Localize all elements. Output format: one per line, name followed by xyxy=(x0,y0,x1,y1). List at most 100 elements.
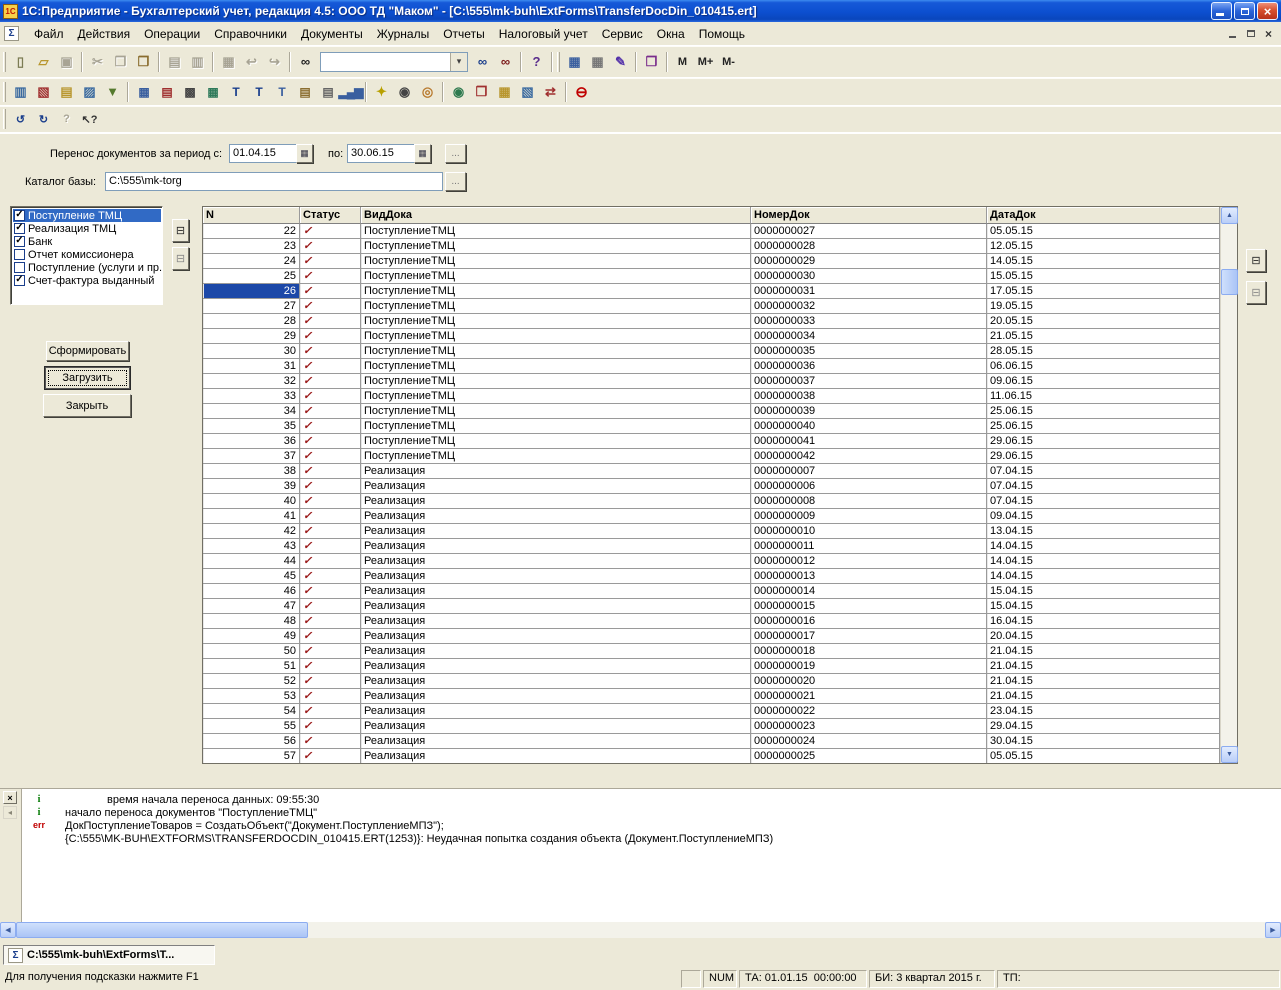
layers-icon[interactable]: ❒ xyxy=(470,81,493,103)
table-row[interactable]: 40 ✓ Реализация 0000000008 07.04.15 xyxy=(203,494,1220,509)
load-button[interactable]: Загрузить xyxy=(45,367,130,389)
memory-plus-icon[interactable]: M+ xyxy=(694,51,717,73)
table-row[interactable]: 29 ✓ ПоступлениеТМЦ 0000000034 21.05.15 xyxy=(203,329,1220,344)
format-icon[interactable]: ▦ xyxy=(217,51,240,73)
documents-journal-icon[interactable]: ▨ xyxy=(78,81,101,103)
formula-icon[interactable]: ✎ xyxy=(609,51,632,73)
doc-type-item[interactable]: Поступление ТМЦ xyxy=(13,209,161,222)
table-row[interactable]: 54 ✓ Реализация 0000000022 23.04.15 xyxy=(203,704,1220,719)
menu-item[interactable]: Отчеты xyxy=(436,24,491,44)
table-row[interactable]: 47 ✓ Реализация 0000000015 15.04.15 xyxy=(203,599,1220,614)
template-icon[interactable]: ? xyxy=(55,108,78,130)
table-row[interactable]: 51 ✓ Реализация 0000000019 21.04.15 xyxy=(203,659,1220,674)
find-prev-icon[interactable]: ∞ xyxy=(494,51,517,73)
calendar-icon[interactable]: ▦ xyxy=(493,81,516,103)
restore-button[interactable] xyxy=(1234,2,1255,20)
child-minimize-button[interactable] xyxy=(1224,26,1241,41)
menu-item[interactable]: Операции xyxy=(137,24,207,44)
doc-type-item[interactable]: Реализация ТМЦ xyxy=(13,222,161,235)
doc-type-item[interactable]: Банк xyxy=(13,235,161,248)
menu-item[interactable]: Файл xyxy=(27,24,71,44)
table-row[interactable]: 45 ✓ Реализация 0000000013 14.04.15 xyxy=(203,569,1220,584)
table-row[interactable]: 31 ✓ ПоступлениеТМЦ 0000000036 06.06.15 xyxy=(203,359,1220,374)
subconto-icon[interactable]: ▦ xyxy=(132,81,155,103)
operations-journal-icon[interactable]: ▤ xyxy=(55,81,78,103)
context-help-icon[interactable]: ↖? xyxy=(78,108,101,130)
table-row[interactable]: 41 ✓ Реализация 0000000009 09.04.15 xyxy=(203,509,1220,524)
text-report-2-icon[interactable]: T xyxy=(247,81,270,103)
checkbox-icon[interactable] xyxy=(14,275,25,286)
table-row[interactable]: 34 ✓ ПоступлениеТМЦ 0000000039 25.06.15 xyxy=(203,404,1220,419)
checkbox-icon[interactable] xyxy=(14,262,25,273)
find-next-icon[interactable]: ∞ xyxy=(471,51,494,73)
chevron-down-icon[interactable]: ▾ xyxy=(450,53,467,71)
table-row[interactable]: 55 ✓ Реализация 0000000023 29.04.15 xyxy=(203,719,1220,734)
calculator-icon[interactable]: ▦ xyxy=(563,51,586,73)
report-flag-icon[interactable]: ▤ xyxy=(293,81,316,103)
menu-item[interactable]: Документы xyxy=(294,24,370,44)
iterate-back-icon[interactable]: ↺ xyxy=(9,108,32,130)
scroll-up-icon[interactable]: ▲ xyxy=(1221,207,1238,224)
copy-icon[interactable]: ❐ xyxy=(109,51,132,73)
table-row[interactable]: 25 ✓ ПоступлениеТМЦ 0000000030 15.05.15 xyxy=(203,269,1220,284)
text-report-1-icon[interactable]: T xyxy=(224,81,247,103)
save-icon[interactable]: ▣ xyxy=(55,51,78,73)
toolbar-grip[interactable] xyxy=(3,82,6,102)
unmark-all-button[interactable]: ⊟ xyxy=(172,247,189,270)
window-task-button[interactable]: Σ C:\555\mk-buh\ExtForms\T... xyxy=(3,945,215,965)
chart-of-accounts-icon[interactable]: ▥ xyxy=(9,81,32,103)
table-row[interactable]: 43 ✓ Реализация 0000000011 14.04.15 xyxy=(203,539,1220,554)
table-row[interactable]: 52 ✓ Реализация 0000000020 21.04.15 xyxy=(203,674,1220,689)
checkbox-icon[interactable] xyxy=(14,236,25,247)
period-from-input[interactable]: 01.04.15 xyxy=(229,144,297,163)
posted-doc-icon[interactable]: ▤ xyxy=(155,81,178,103)
doc-type-item[interactable]: Счет-фактура выданный xyxy=(13,274,161,287)
search-combobox[interactable]: ▾ xyxy=(320,52,468,72)
scroll-right-icon[interactable]: ▶ xyxy=(1265,922,1281,938)
menu-item[interactable]: Сервис xyxy=(595,24,650,44)
table-row[interactable]: 37 ✓ ПоступлениеТМЦ 0000000042 29.06.15 xyxy=(203,449,1220,464)
cut-icon[interactable]: ✂ xyxy=(86,51,109,73)
child-close-button[interactable]: × xyxy=(1260,26,1277,41)
doc-type-item[interactable]: Поступление (услуги и пр.) xyxy=(13,261,161,274)
generate-button[interactable]: Сформировать xyxy=(46,341,129,361)
table-row[interactable]: 50 ✓ Реализация 0000000018 21.04.15 xyxy=(203,644,1220,659)
menu-item[interactable]: Помощь xyxy=(692,24,752,44)
table-row[interactable]: 49 ✓ Реализация 0000000017 20.04.15 xyxy=(203,629,1220,644)
find-icon[interactable]: ∞ xyxy=(294,51,317,73)
table-row[interactable]: 33 ✓ ПоступлениеТМЦ 0000000038 11.06.15 xyxy=(203,389,1220,404)
toolbar-grip[interactable] xyxy=(3,52,6,72)
table-row[interactable]: 26 ✓ ПоступлениеТМЦ 0000000031 17.05.15 xyxy=(203,284,1220,299)
table-row[interactable]: 28 ✓ ПоступлениеТМЦ 0000000033 20.05.15 xyxy=(203,314,1220,329)
log-horizontal-scrollbar[interactable]: ◀ ▶ xyxy=(0,922,1281,938)
table-row[interactable]: 36 ✓ ПоступлениеТМЦ 0000000041 29.06.15 xyxy=(203,434,1220,449)
filter-icon[interactable]: ▼ xyxy=(101,81,124,103)
cd-icon[interactable]: ◎ xyxy=(416,81,439,103)
catalog-input[interactable]: C:\555\mk-torg xyxy=(105,172,443,191)
table-row[interactable]: 32 ✓ ПоступлениеТМЦ 0000000037 09.06.15 xyxy=(203,374,1220,389)
paste-icon[interactable]: ❒ xyxy=(132,51,155,73)
table-row[interactable]: 57 ✓ Реализация 0000000025 05.05.15 xyxy=(203,749,1220,763)
print-icon[interactable]: ▤ xyxy=(163,51,186,73)
scrollbar-thumb[interactable] xyxy=(16,922,308,938)
signpost-icon[interactable]: ✦ xyxy=(370,81,393,103)
log-collapse-button[interactable]: ◂ xyxy=(3,806,17,819)
text-report-3-icon[interactable]: T xyxy=(270,81,293,103)
catalog-browse-button[interactable]: ... xyxy=(445,172,466,191)
table-row[interactable]: 44 ✓ Реализация 0000000012 14.04.15 xyxy=(203,554,1220,569)
calendar-calculator-icon[interactable]: ▦ xyxy=(586,51,609,73)
unmark-rows-button[interactable]: ⊟ xyxy=(1246,281,1266,304)
scroll-left-icon[interactable]: ◀ xyxy=(0,922,16,938)
table-row[interactable]: 56 ✓ Реализация 0000000024 30.04.15 xyxy=(203,734,1220,749)
toolbar-grip[interactable] xyxy=(557,52,560,72)
menu-item[interactable]: Справочники xyxy=(207,24,294,44)
bar-chart-icon[interactable]: ▂▄▆ xyxy=(339,81,362,103)
table-row[interactable]: 53 ✓ Реализация 0000000021 21.04.15 xyxy=(203,689,1220,704)
toolbar-grip[interactable] xyxy=(3,109,6,129)
period-browse-button[interactable]: ... xyxy=(445,144,466,163)
scrollbar-thumb[interactable] xyxy=(1221,269,1238,295)
search-input[interactable] xyxy=(321,53,450,71)
table-vertical-scrollbar[interactable]: ▲ ▼ xyxy=(1220,207,1237,763)
table-row[interactable]: 23 ✓ ПоступлениеТМЦ 0000000028 12.05.15 xyxy=(203,239,1220,254)
globe-icon[interactable]: ◉ xyxy=(447,81,470,103)
